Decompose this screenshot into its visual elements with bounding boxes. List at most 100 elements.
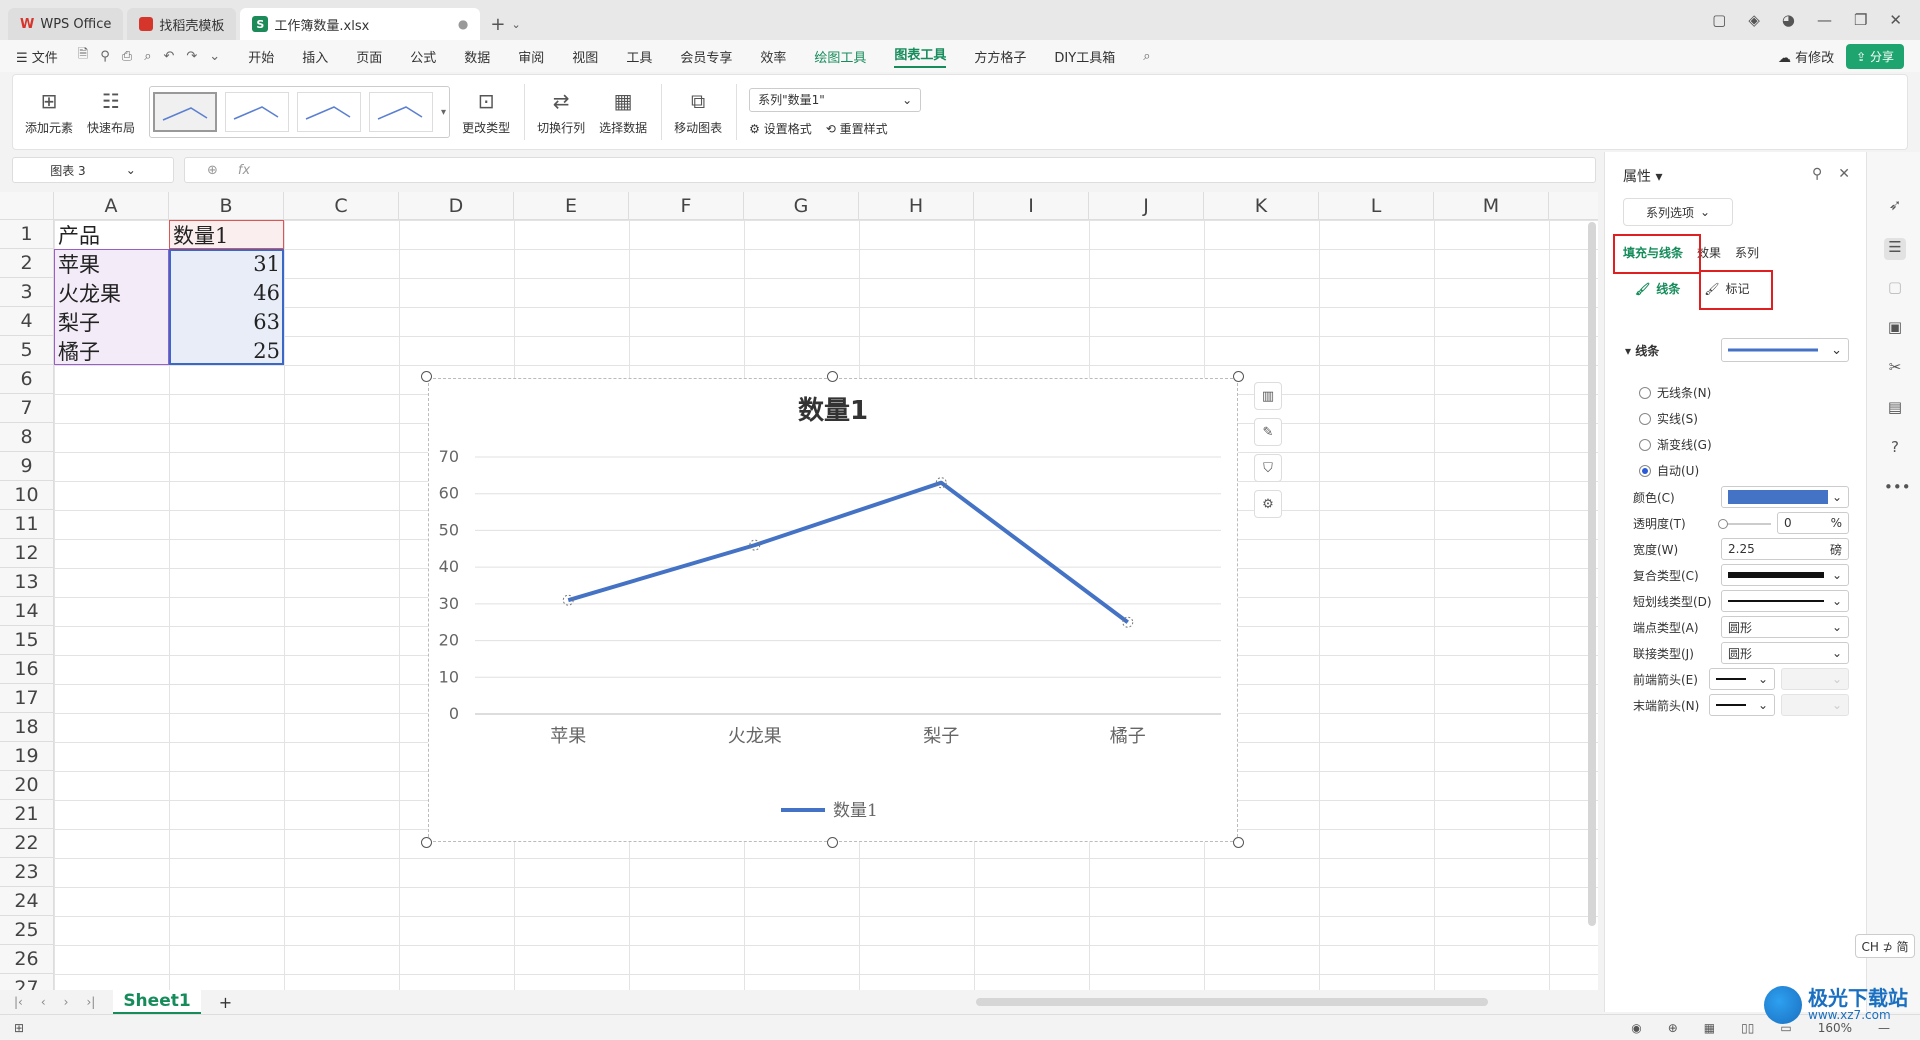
tab-line[interactable]: 🖌 线条 — [1635, 280, 1680, 297]
zoom-formula-icon[interactable]: ⊕ — [207, 163, 218, 178]
width-input[interactable]: 2.25 磅 — [1721, 538, 1849, 560]
chart-style-thumb[interactable] — [369, 92, 434, 132]
row-header-5[interactable]: 5 — [0, 336, 54, 365]
menu-efficiency[interactable]: 效率 — [760, 47, 786, 66]
chart-elements-icon[interactable]: ▥ — [1254, 382, 1282, 410]
tab-close-icon[interactable]: ● — [458, 17, 468, 31]
column-header-c[interactable]: C — [284, 192, 399, 220]
horizontal-scrollbar[interactable] — [976, 998, 1488, 1006]
first-sheet-icon[interactable]: |‹ — [14, 995, 23, 1009]
transparency-input[interactable]: 0% — [1777, 512, 1849, 534]
minimize-icon[interactable]: — — [1817, 11, 1832, 29]
menu-data[interactable]: 数据 — [464, 47, 490, 66]
color-picker[interactable]: ⌄ — [1721, 486, 1849, 508]
menu-tools[interactable]: 工具 — [626, 47, 652, 66]
more-chevron-icon[interactable]: ⌄ — [209, 49, 220, 64]
menu-view[interactable]: 视图 — [572, 47, 598, 66]
line-chart[interactable]: 数量1 0 10 20 30 40 50 60 70 苹果 火龙果 梨子 橘子 数量1 — [428, 378, 1238, 842]
row-header-17[interactable]: 17 — [0, 684, 54, 713]
change-type-button[interactable]: ⊡ 更改类型 — [462, 80, 510, 144]
select-all-corner[interactable] — [0, 192, 54, 220]
begin-arrow-type-select[interactable]: ⌄ — [1709, 668, 1775, 690]
row-header-3[interactable]: 3 — [0, 278, 54, 307]
eye-icon[interactable]: ◉ — [1631, 1021, 1641, 1035]
new-tab-button[interactable]: + ⌄ — [490, 8, 520, 40]
row-header-25[interactable]: 25 — [0, 916, 54, 945]
column-header-b[interactable]: B — [169, 192, 284, 220]
tab-workbook[interactable]: S 工作簿数量.xlsx ● — [240, 8, 481, 40]
chevron-down-icon[interactable]: ⌄ — [511, 18, 520, 31]
column-header-h[interactable]: H — [859, 192, 974, 220]
resize-handle[interactable] — [827, 371, 838, 382]
locate-icon[interactable]: ⊕ — [1668, 1021, 1678, 1035]
row-header-24[interactable]: 24 — [0, 887, 54, 916]
resize-handle[interactable] — [1233, 371, 1244, 382]
radio-auto[interactable]: 自动(U) — [1639, 462, 1699, 479]
column-header-f[interactable]: F — [629, 192, 744, 220]
chart-settings-icon[interactable]: ⚙ — [1254, 490, 1282, 518]
name-box[interactable]: 图表 3 ⌄ — [12, 157, 174, 183]
last-sheet-icon[interactable]: ›| — [86, 995, 95, 1009]
menu-chart-tools[interactable]: 图表工具 — [894, 44, 947, 68]
add-element-button[interactable]: ⊞ 添加元素 — [25, 80, 73, 144]
row-header-15[interactable]: 15 — [0, 626, 54, 655]
transparency-slider[interactable] — [1718, 519, 1771, 529]
series-select[interactable]: 系列"数量1" ⌄ — [749, 87, 922, 112]
row-header-22[interactable]: 22 — [0, 829, 54, 858]
quick-layout-button[interactable]: ☷ 快速布局 — [87, 80, 135, 144]
column-header-e[interactable]: E — [514, 192, 629, 220]
sheet-tab-sheet1[interactable]: Sheet1 — [113, 990, 201, 1014]
menu-ffcell[interactable]: 方方格子 — [974, 47, 1026, 66]
row-header-11[interactable]: 11 — [0, 510, 54, 539]
row-header-6[interactable]: 6 — [0, 365, 54, 394]
dash-type-select[interactable]: ⌄ — [1721, 590, 1849, 612]
cap-type-select[interactable]: 圆形 ⌄ — [1721, 616, 1849, 638]
avatar[interactable]: ◕ — [1782, 11, 1795, 29]
row-header-23[interactable]: 23 — [0, 858, 54, 887]
panel-title[interactable]: 属性 ▾ — [1623, 166, 1662, 186]
gallery-more-icon[interactable]: ▾ — [441, 107, 446, 118]
radio-no-line[interactable]: 无线条(N) — [1639, 384, 1711, 401]
menu-review[interactable]: 审阅 — [518, 47, 544, 66]
macro-icon[interactable]: ⊞ — [14, 1021, 24, 1035]
row-header-4[interactable]: 4 — [0, 307, 54, 336]
move-chart-button[interactable]: ⧉ 移动图表 — [674, 80, 722, 144]
prev-sheet-icon[interactable]: ‹ — [41, 995, 46, 1009]
menu-drawing-tools[interactable]: 绘图工具 — [814, 47, 866, 66]
undo-icon[interactable]: ↶ — [163, 49, 174, 64]
share-button[interactable]: ⇪ 分享 — [1846, 43, 1904, 69]
cube-icon[interactable]: ◈ — [1748, 11, 1760, 29]
resize-handle[interactable] — [421, 371, 432, 382]
row-header-1[interactable]: 1 — [0, 220, 54, 249]
save-icon[interactable]: 🗎 — [78, 45, 88, 67]
row-header-12[interactable]: 12 — [0, 539, 54, 568]
vertical-scrollbar[interactable] — [1588, 222, 1596, 926]
tab-template[interactable]: 找稻壳模板 — [127, 8, 237, 40]
radio-gradient-line[interactable]: 渐变线(G) — [1639, 436, 1712, 453]
preview-icon[interactable]: ⌕ — [144, 49, 151, 64]
close-icon[interactable]: ✕ — [1889, 11, 1902, 29]
menu-home[interactable]: 开始 — [248, 47, 274, 66]
row-header-21[interactable]: 21 — [0, 800, 54, 829]
row-header-14[interactable]: 14 — [0, 597, 54, 626]
chart-style-brush-icon[interactable]: ✎ — [1254, 418, 1282, 446]
section-line[interactable]: ▾ 线条 — [1625, 342, 1659, 359]
image-edit-icon[interactable]: ▣ — [1884, 318, 1906, 340]
switch-rowcol-button[interactable]: ⇄ 切换行列 — [537, 80, 585, 144]
fx-icon[interactable]: fx — [238, 163, 250, 178]
redo-icon[interactable]: ↷ — [186, 49, 197, 64]
page-view-icon[interactable]: ▯▯ — [1741, 1021, 1754, 1035]
next-sheet-icon[interactable]: › — [64, 995, 69, 1009]
more-icon[interactable]: ••• — [1884, 478, 1911, 500]
menu-page[interactable]: 页面 — [356, 47, 382, 66]
tools-icon[interactable]: ✂ — [1884, 358, 1906, 380]
column-header-j[interactable]: J — [1089, 192, 1204, 220]
pin-icon[interactable]: ⚲ — [1812, 166, 1822, 182]
menu-member[interactable]: 会员专享 — [680, 47, 732, 66]
row-header-8[interactable]: 8 — [0, 423, 54, 452]
end-arrow-type-select[interactable]: ⌄ — [1709, 694, 1775, 716]
series-option-select[interactable]: 系列选项 ⌄ — [1623, 198, 1733, 226]
row-header-7[interactable]: 7 — [0, 394, 54, 423]
modified-status[interactable]: ☁ 有修改 — [1778, 47, 1834, 66]
chart-filter-icon[interactable]: ⛉ — [1254, 454, 1282, 482]
